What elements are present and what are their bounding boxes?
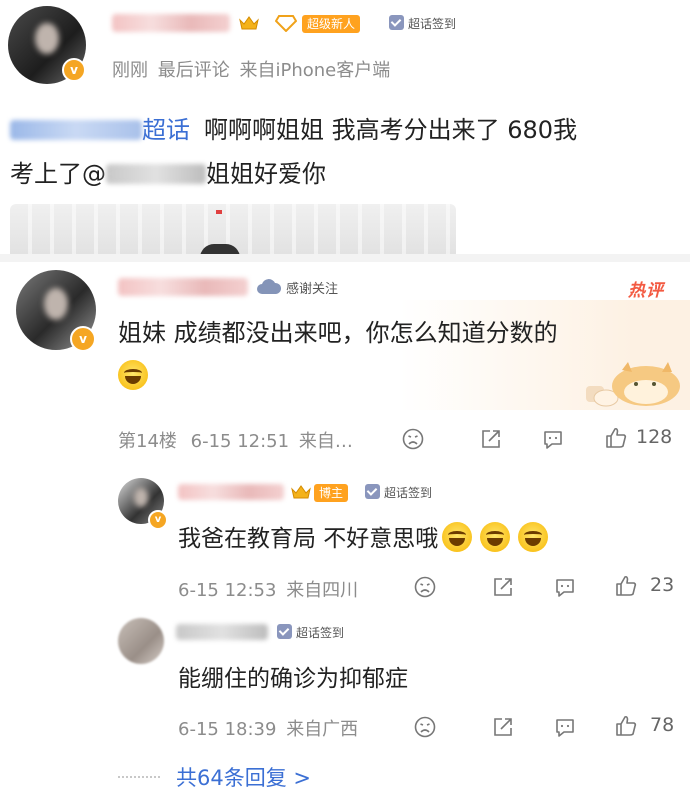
commenter-verified-icon: v: [70, 326, 96, 352]
reply-1-text-content: 我爸在教育局 不好意思哦: [178, 526, 439, 552]
verified-badge-icon: v: [62, 58, 86, 82]
laugh-cry-emoji-icon: [480, 522, 511, 552]
like-count: 128: [636, 426, 673, 448]
reply-2-comment-icon[interactable]: [554, 716, 576, 738]
reply-2-meta: 6-15 18:39 来自广西: [178, 715, 358, 741]
reply-2-source: 来自广西: [286, 719, 359, 740]
hot-comment-badge: 热评: [628, 281, 664, 301]
reply-1-dislike-icon[interactable]: [414, 576, 436, 598]
reply-2-time: 6-15 18:39: [178, 719, 277, 740]
post-image-preview[interactable]: [10, 204, 456, 254]
like-thumb-icon[interactable]: [604, 426, 628, 450]
reply-2-like-count: 78: [650, 714, 675, 736]
reply-1-share-icon[interactable]: [492, 576, 514, 598]
laugh-cry-emoji-icon: [118, 360, 148, 390]
post-body-line2: 考上了@ 姐姐好爱你: [10, 152, 680, 196]
reply-1-meta: 6-15 12:53 来自四川: [178, 576, 358, 602]
checkin-icon: [389, 15, 404, 30]
reply-2-name[interactable]: [176, 624, 268, 640]
shiba-decoration-icon: [578, 360, 688, 408]
topic-link[interactable]: 超话: [142, 116, 190, 144]
post-text-2b: 姐姐好爱你: [206, 160, 326, 188]
comment-time: 6-15 12:51: [190, 431, 290, 452]
reply-1-name[interactable]: [178, 484, 284, 500]
reply-2-checkin-tag: 超话签到: [272, 624, 349, 642]
laugh-cry-emoji-icon: [442, 522, 473, 552]
reply-1-crown-icon: [290, 483, 312, 501]
thanks-follow-label: 感谢关注: [286, 282, 339, 297]
comment-source: 来自…: [298, 431, 353, 452]
reply-2-dislike-icon[interactable]: [414, 716, 436, 738]
reply-1-text: 我爸在教育局 不好意思哦: [178, 522, 549, 556]
super-newbie-tag: 超级新人: [302, 15, 361, 33]
comment-meta: 第14楼 6-15 12:51 来自…: [118, 427, 353, 453]
reply-1-checkin-label: 超话签到: [384, 486, 433, 500]
post-text-2a: 考上了@: [10, 160, 106, 188]
reply-2-text-content: 能绷住的确诊为抑郁症: [178, 666, 408, 692]
reply-1-comment-icon[interactable]: [554, 576, 576, 598]
section-divider: [0, 254, 690, 262]
crown-icon: [238, 14, 260, 32]
post-body-line1: 超话 啊啊啊姐姐 我高考分出来了 680我: [10, 108, 680, 152]
follow-cloud-icon: [256, 278, 282, 296]
post-last-comment: 最后评论: [157, 60, 230, 81]
diamond-icon: [274, 14, 298, 33]
reply-2-checkin-icon: [277, 624, 292, 639]
share-icon[interactable]: [480, 428, 502, 450]
post-meta: 刚刚 最后评论 来自iPhone客户端: [112, 56, 390, 82]
reply-2-share-icon[interactable]: [492, 716, 514, 738]
post-text-1: 啊啊啊姐姐 我高考分出来了 680我: [204, 116, 578, 144]
reply-2-like-icon[interactable]: [614, 714, 638, 738]
mention-blurred[interactable]: [106, 164, 206, 184]
reply-1-time: 6-15 12:53: [178, 580, 277, 601]
commenter-name[interactable]: [118, 278, 248, 296]
reply-2-text: 能绷住的确诊为抑郁症: [178, 662, 408, 696]
reply-1-checkin-tag: 超话签到: [360, 484, 437, 502]
post-body: 超话 啊啊啊姐姐 我高考分出来了 680我 考上了@ 姐姐好爱你: [10, 108, 680, 196]
blogger-tag: 博主: [314, 484, 349, 502]
checkin-tag: 超话签到: [384, 15, 461, 33]
laugh-cry-emoji-icon: [518, 522, 549, 552]
reply-2-avatar[interactable]: [118, 618, 164, 664]
comment-text-content: 姐妹 成绩都没出来吧，你怎么知道分数的: [118, 319, 558, 347]
dislike-face-icon[interactable]: [402, 428, 424, 450]
post-author-name[interactable]: [112, 14, 230, 32]
reply-1-source: 来自四川: [286, 580, 359, 601]
post-source: 来自iPhone客户端: [239, 60, 391, 81]
comment-text: 姐妹 成绩都没出来吧，你怎么知道分数的: [118, 316, 638, 350]
reply-dots-divider: [118, 776, 160, 778]
reply-2-checkin-label: 超话签到: [296, 626, 345, 640]
checkin-tag-label: 超话签到: [408, 17, 457, 31]
reply-1-verified-icon: v: [148, 510, 168, 530]
topic-name-blurred[interactable]: [10, 120, 142, 140]
reply-1-like-count: 23: [650, 574, 675, 596]
comment-floor: 第14楼: [118, 431, 177, 452]
post-time: 刚刚: [112, 60, 148, 81]
comment-icon[interactable]: [542, 428, 564, 450]
reply-1-like-icon[interactable]: [614, 574, 638, 598]
reply-1-checkin-icon: [365, 484, 380, 499]
